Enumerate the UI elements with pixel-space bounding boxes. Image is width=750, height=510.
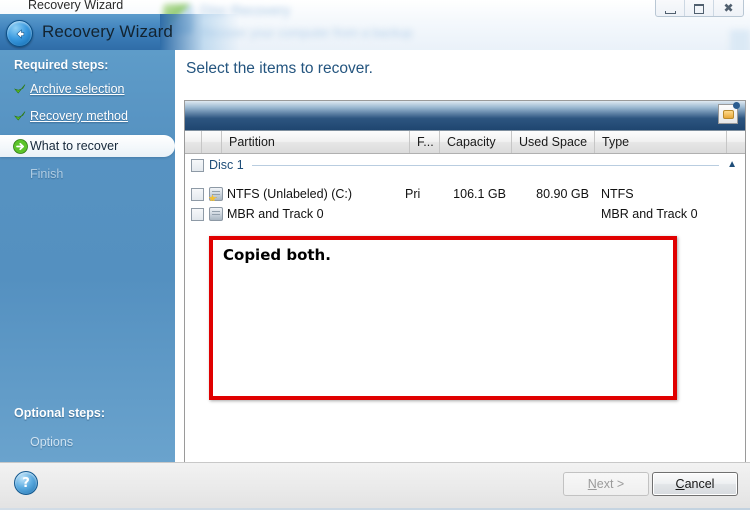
group-checkbox[interactable]	[191, 158, 204, 172]
cancel-button-label: Cancel	[675, 477, 715, 491]
cell-type: MBR and Track 0	[601, 207, 698, 221]
cell-type: NTFS	[601, 187, 634, 201]
next-button[interactable]: Next >	[563, 472, 649, 496]
minimize-button[interactable]	[656, 0, 685, 16]
annotation-text: Copied both.	[223, 246, 331, 264]
cell-partition: MBR and Track 0	[209, 207, 405, 221]
sidebar-item-label: Finish	[30, 167, 64, 181]
sidebar-item-label: Recovery method	[30, 109, 128, 123]
table-toolbar	[185, 101, 745, 131]
table-row[interactable]: NTFS (Unlabeled) (C:) Pri 106.1 GB 80.90…	[185, 184, 745, 204]
table-row[interactable]: MBR and Track 0 MBR and Track 0	[185, 204, 745, 224]
taskbar-window-label: Recovery Wizard	[28, 0, 124, 12]
cell-capacity: 106.1 GB	[453, 187, 506, 201]
page-title: Select the items to recover.	[186, 60, 373, 77]
cancel-button[interactable]: Cancel	[652, 472, 738, 496]
close-icon: ✖	[723, 1, 734, 15]
column-header-partition[interactable]: Partition	[222, 131, 410, 153]
content-panel: Select the items to recover. Partition F…	[183, 50, 750, 468]
sidebar-item-label: Archive selection	[30, 82, 125, 96]
check-icon	[10, 82, 30, 96]
optional-steps-title: Optional steps:	[14, 406, 105, 420]
row-checkbox[interactable]	[190, 207, 204, 221]
cell-partition-text: NTFS (Unlabeled) (C:)	[227, 187, 353, 201]
cell-used-space: 80.90 GB	[536, 187, 589, 201]
sidebar: Required steps: Archive selection Recove…	[0, 50, 175, 462]
help-button[interactable]: ?	[14, 471, 38, 495]
row-checkbox[interactable]	[190, 187, 204, 201]
annotation-box: Copied both.	[209, 236, 677, 400]
column-header-spacer	[727, 131, 745, 153]
next-button-label: Next >	[587, 477, 625, 491]
column-header-flag[interactable]: F...	[410, 131, 440, 153]
sidebar-item-finish: Finish	[0, 163, 175, 185]
items-table-panel: Partition F... Capacity Used Space Type …	[184, 100, 746, 468]
wizard-title: Recovery Wizard	[42, 22, 173, 41]
close-button[interactable]: ✖	[714, 0, 743, 16]
check-icon	[10, 109, 30, 123]
app-window: Disc Recovery Recover your computer from…	[0, 0, 750, 510]
footer-bar: ? Next > Cancel	[0, 462, 750, 510]
arrow-right-icon	[10, 138, 30, 154]
column-header-checkbox[interactable]	[185, 131, 202, 153]
group-label: Disc 1	[209, 158, 244, 172]
window-controls: ✖	[655, 0, 744, 17]
column-header-capacity[interactable]: Capacity	[440, 131, 512, 153]
column-header-type[interactable]: Type	[595, 131, 727, 153]
table-header-row: Partition F... Capacity Used Space Type	[185, 131, 745, 154]
group-divider	[251, 164, 720, 166]
sidebar-item-what-to-recover[interactable]: What to recover	[0, 135, 175, 157]
column-header-used-space[interactable]: Used Space	[512, 131, 595, 153]
sidebar-content-gap	[175, 50, 183, 462]
drive-partition-icon	[209, 187, 223, 201]
table-body: Disc 1 ▲ NTFS (Unlabeled) (C:) Pri 106.1…	[185, 154, 745, 466]
required-steps-title: Required steps:	[14, 58, 109, 72]
sidebar-item-recovery-method[interactable]: Recovery method	[0, 105, 175, 127]
folder-glyph	[722, 109, 734, 119]
toolbar-badge-icon	[733, 102, 740, 109]
back-arrow-icon	[15, 28, 24, 39]
back-button[interactable]	[6, 20, 33, 47]
maximize-icon	[694, 4, 704, 14]
cell-partition-text: MBR and Track 0	[227, 207, 324, 221]
cell-partition: NTFS (Unlabeled) (C:)	[209, 187, 405, 201]
sidebar-item-label: Options	[30, 435, 74, 449]
table-group-row-disc-1[interactable]: Disc 1 ▲	[185, 154, 745, 176]
drive-mbr-icon	[209, 207, 223, 221]
minimize-icon	[664, 11, 676, 14]
cell-flag: Pri	[405, 187, 421, 201]
sidebar-item-archive-selection[interactable]: Archive selection	[0, 78, 175, 100]
column-header-icon[interactable]	[202, 131, 222, 153]
chevron-up-icon[interactable]: ▲	[727, 160, 737, 170]
star-badge-icon	[209, 194, 217, 201]
maximize-button[interactable]	[685, 0, 714, 16]
sidebar-item-label: What to recover	[30, 139, 119, 153]
sidebar-item-options[interactable]: Options	[0, 431, 175, 453]
